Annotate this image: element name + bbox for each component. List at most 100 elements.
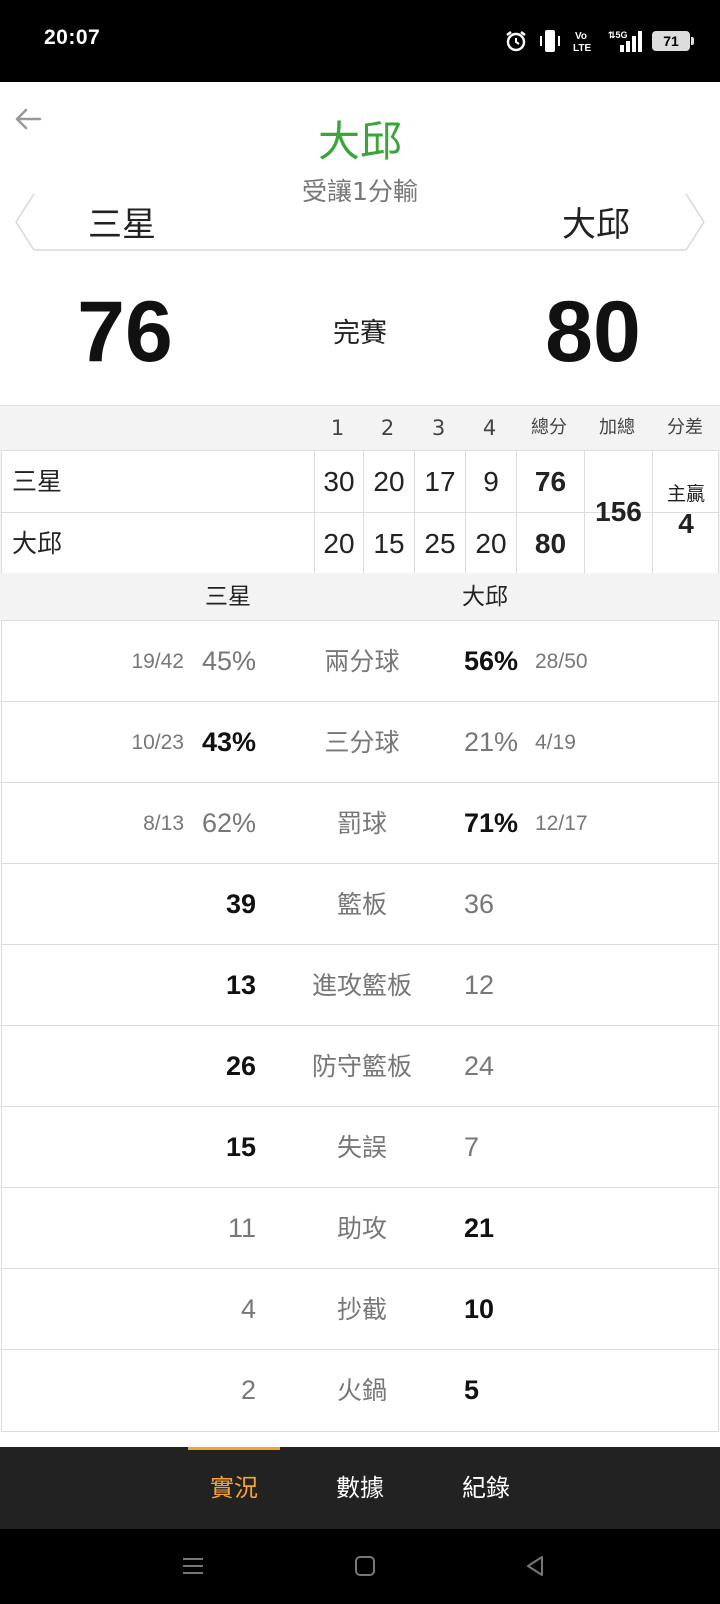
stat-row: 11 助攻 21 [2, 1188, 718, 1269]
home-value: 62% [201, 808, 256, 838]
col-q1: 1 [330, 416, 345, 440]
away-value: 71% [464, 808, 519, 838]
stat-label: 火鍋 [336, 1376, 387, 1405]
stat-label: 籃板 [336, 890, 387, 919]
away-value: 21 [464, 1213, 495, 1243]
home-value: 4 [240, 1294, 256, 1324]
home-value: 11 [227, 1213, 256, 1243]
svg-text:⇅5G: ⇅5G [608, 30, 628, 40]
home-value: 26 [225, 1051, 256, 1081]
total-score: 76 [516, 451, 584, 512]
quarter-table-body: 三星 30 20 17 9 76 大邱 20 15 25 20 80 156 主… [1, 450, 719, 574]
home-value: 2 [240, 1375, 256, 1405]
tab-data[interactable]: 數據 [314, 1447, 406, 1529]
menu-icon[interactable] [178, 1551, 208, 1581]
svg-text:Vo: Vo [575, 31, 587, 42]
team-stats-list: 19/42 45% 兩分球 56% 28/50 10/23 43% 三分球 21% 4/19 8/1… [1, 620, 719, 1432]
bottom-tab-bar: 實況 數據 紀錄 [0, 1447, 720, 1529]
winner-team: 大邱 [317, 117, 402, 166]
point-diff-cell: 主贏 4 [652, 451, 719, 573]
stat-row: 10/23 43% 三分球 21% 4/19 [2, 702, 718, 783]
system-nav-bar [0, 1529, 720, 1604]
diff-label: 主贏 [666, 483, 705, 505]
status-time: 20:07 [44, 26, 101, 49]
away-value: 56% [464, 646, 519, 676]
away-score: 80 [545, 284, 641, 380]
stats-header: 三星 大邱 [0, 573, 720, 621]
5g-signal-icon: ⇅5G [608, 30, 642, 52]
home-value: 13 [225, 970, 256, 1000]
col-total: 總分 [531, 417, 567, 438]
home-value: 39 [225, 889, 256, 919]
home-icon[interactable] [350, 1551, 380, 1581]
stat-row: 19/42 45% 兩分球 56% 28/50 [2, 621, 718, 702]
stat-row: 39 籃板 36 [2, 864, 718, 945]
col-combined: 加總 [599, 417, 635, 438]
total-score: 80 [516, 513, 584, 574]
stat-row: 2 火鍋 5 [2, 1350, 718, 1431]
q3-score: 25 [414, 513, 465, 574]
status-bar: 20:07 Vo LTE ⇅5G 71 [0, 0, 720, 82]
home-fraction: 19/42 [131, 650, 184, 673]
stat-label: 防守籃板 [311, 1052, 412, 1081]
stat-label: 罰球 [336, 809, 387, 838]
home-fraction: 10/23 [131, 731, 184, 754]
q1-score: 20 [314, 513, 363, 574]
quarter-table-header: 1 2 3 4 總分 加總 分差 [0, 406, 720, 450]
row-team-name: 大邱 [12, 529, 63, 558]
home-value: 15 [225, 1132, 256, 1162]
tab-records[interactable]: 紀錄 [440, 1447, 532, 1529]
away-value: 21% [464, 727, 519, 757]
stat-label: 失誤 [336, 1133, 387, 1162]
away-value: 5 [464, 1375, 480, 1405]
row-team-name: 三星 [12, 467, 63, 496]
stat-row: 26 防守籃板 24 [2, 1026, 718, 1107]
stat-label: 進攻籃板 [311, 971, 412, 1000]
away-fraction: 12/17 [535, 812, 588, 835]
col-q2: 2 [380, 416, 395, 440]
q3-score: 17 [414, 451, 465, 512]
q4-score: 9 [465, 451, 516, 512]
back-triangle-icon[interactable] [520, 1551, 550, 1581]
away-value: 10 [464, 1294, 495, 1324]
q2-score: 20 [363, 451, 414, 512]
stat-row: 13 進攻籃板 12 [2, 945, 718, 1026]
q4-score: 20 [465, 513, 516, 574]
alarm-icon [506, 31, 526, 52]
stat-row: 4 抄截 10 [2, 1269, 718, 1350]
stats-away-team: 大邱 [462, 584, 508, 610]
status-icons: Vo LTE ⇅5G 71 [504, 24, 694, 58]
away-team-name[interactable]: 大邱 [562, 202, 630, 248]
col-q3: 3 [431, 416, 446, 440]
col-q4: 4 [482, 416, 497, 440]
stat-row: 15 失誤 7 [2, 1107, 718, 1188]
col-diff: 分差 [667, 417, 703, 438]
volte-icon: Vo LTE [573, 31, 591, 54]
stats-home-team: 三星 [205, 584, 251, 610]
stat-label: 抄截 [336, 1295, 387, 1324]
home-value: 45% [201, 646, 256, 676]
home-value: 43% [201, 727, 256, 757]
combined-total: 156 [595, 496, 642, 527]
svg-text:LTE: LTE [573, 43, 591, 54]
away-fraction: 28/50 [535, 650, 588, 673]
battery-icon: 71 [652, 31, 694, 51]
quarter-score-table: 1 2 3 4 總分 加總 分差 三星 30 20 17 9 76 大邱 20 … [0, 405, 720, 574]
combined-total-cell: 156 [584, 451, 652, 573]
tab-live[interactable]: 實況 [188, 1447, 280, 1529]
q2-score: 15 [363, 513, 414, 574]
home-team-name[interactable]: 三星 [88, 202, 156, 248]
stat-row: 8/13 62% 罰球 71% 12/17 [2, 783, 718, 864]
diff-value: 4 [678, 508, 694, 539]
stat-label: 助攻 [336, 1214, 387, 1243]
home-fraction: 8/13 [143, 812, 184, 835]
q1-score: 30 [314, 451, 363, 512]
away-fraction: 4/19 [535, 731, 576, 754]
vibrate-icon [540, 30, 560, 52]
away-value: 12 [464, 970, 495, 1000]
away-value: 36 [464, 889, 495, 919]
away-value: 7 [464, 1132, 480, 1162]
away-value: 24 [464, 1051, 495, 1081]
stat-label: 兩分球 [324, 647, 400, 676]
stat-label: 三分球 [324, 728, 400, 757]
